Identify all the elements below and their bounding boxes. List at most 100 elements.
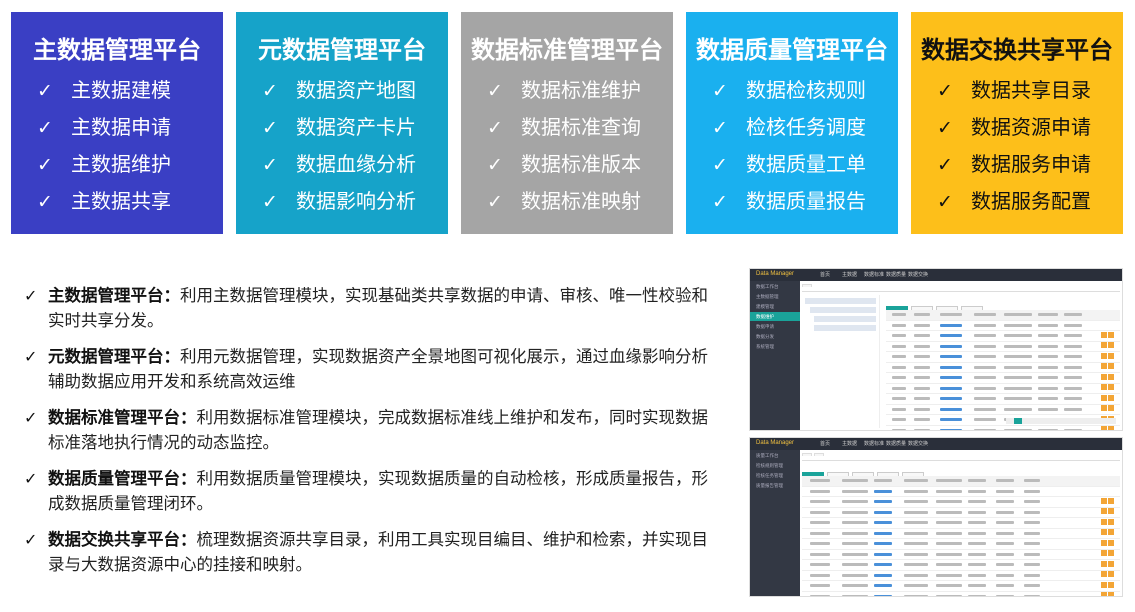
- description-item: ✓ 数据交换共享平台：梳理数据资源共享目录，利用工具实现目编目、维护和检索，并实现…: [24, 527, 714, 577]
- check-icon: ✓: [937, 191, 953, 213]
- table-row[interactable]: [802, 497, 1120, 514]
- table-row[interactable]: [802, 539, 1120, 556]
- nav-item[interactable]: 数据交换: [908, 440, 928, 447]
- check-icon: ✓: [487, 80, 503, 102]
- description-item: ✓ 数据标准管理平台：利用数据标准管理模块，完成数据标准线上维护和发布，同时实现数…: [24, 405, 714, 455]
- sidebar-item[interactable]: 数据工作台: [750, 282, 800, 291]
- description-name: 数据交换共享平台：: [48, 530, 197, 549]
- check-icon: ✓: [712, 191, 728, 213]
- tab[interactable]: [802, 453, 812, 456]
- nav-item[interactable]: 数据交换: [908, 271, 928, 278]
- sidebar-item[interactable]: 数据申请: [750, 322, 800, 331]
- table-row[interactable]: [802, 592, 1120, 597]
- sidebar-item[interactable]: 数据维护: [750, 312, 800, 321]
- card-feature-item: ✓ 数据资产卡片: [262, 111, 416, 148]
- card-feature-item: ✓ 数据质量工单: [712, 148, 866, 185]
- tree-panel: [802, 295, 880, 428]
- card-feature-label: 数据服务申请: [971, 152, 1091, 176]
- app-logo: Data Manager: [756, 440, 795, 446]
- sidebar-item[interactable]: 质量报告管理: [750, 481, 800, 490]
- nav-item[interactable]: 主数据: [842, 271, 857, 278]
- row-actions[interactable]: [1100, 428, 1114, 431]
- data-table: [886, 310, 1120, 431]
- table-row[interactable]: [886, 363, 1120, 380]
- check-icon: ✓: [262, 191, 278, 213]
- table-row[interactable]: [802, 581, 1120, 596]
- card-feature-label: 数据服务配置: [971, 189, 1091, 213]
- card-feature-item: ✓ 主数据共享: [37, 185, 171, 222]
- row-actions[interactable]: [1100, 594, 1114, 597]
- table-row[interactable]: [886, 384, 1120, 401]
- platform-cards: 主数据管理平台 ✓ 主数据建模 ✓ 主数据申请 ✓ 主数据维护 ✓ 主数据共享 元数据管理平台 ✓ 数…: [11, 12, 1123, 234]
- app-header: [750, 438, 1122, 450]
- master-data-screenshot: Data Manager 数据工作台 主数据管理 建模管理 数据维护 数据申请 数据分发系…: [749, 268, 1123, 431]
- card-feature-item: ✓ 数据共享目录: [937, 74, 1091, 111]
- sidebar-item[interactable]: 检核任务管理: [750, 471, 800, 480]
- nav-item[interactable]: 数据标准: [864, 440, 884, 447]
- table-row[interactable]: [802, 518, 1120, 535]
- description-name: 数据质量管理平台：: [48, 469, 197, 488]
- nav-item[interactable]: 数据质量: [886, 271, 906, 278]
- tab[interactable]: [814, 453, 824, 456]
- card-feature-item: ✓ 数据服务申请: [937, 148, 1091, 185]
- table-row[interactable]: [886, 405, 1120, 422]
- table-row[interactable]: [802, 487, 1120, 504]
- platform-card: 数据交换共享平台 ✓ 数据共享目录 ✓ 数据资源申请 ✓ 数据服务申请 ✓ 数据服务配置: [911, 12, 1123, 234]
- table-row[interactable]: [886, 321, 1120, 338]
- card-feature-item: ✓ 数据检核规则: [712, 74, 866, 111]
- sidebar-item[interactable]: 主数据管理: [750, 292, 800, 301]
- card-feature-item: ✓ 主数据建模: [37, 74, 171, 111]
- table-row[interactable]: [886, 352, 1120, 369]
- nav-item[interactable]: 主数据: [842, 440, 857, 447]
- table-row[interactable]: [802, 560, 1120, 577]
- description-item: ✓ 主数据管理平台：利用主数据管理模块，实现基础类共享数据的申请、审核、唯一性校验…: [24, 283, 714, 333]
- card-feature-item: ✓ 数据标准映射: [487, 185, 641, 222]
- check-icon: ✓: [937, 117, 953, 139]
- table-row[interactable]: [886, 342, 1120, 359]
- nav-item[interactable]: 数据标准: [864, 271, 884, 278]
- card-feature-item: ✓ 数据服务配置: [937, 185, 1091, 222]
- table-header: [886, 310, 1120, 321]
- pagination[interactable]: [1006, 418, 1116, 424]
- card-feature-label: 数据标准维护: [521, 78, 641, 102]
- platform-card: 主数据管理平台 ✓ 主数据建模 ✓ 主数据申请 ✓ 主数据维护 ✓ 主数据共享: [11, 12, 223, 234]
- nav-item[interactable]: 首页: [820, 440, 830, 447]
- data-table: [802, 476, 1120, 597]
- card-feature-list: ✓ 主数据建模 ✓ 主数据申请 ✓ 主数据维护 ✓ 主数据共享: [37, 74, 171, 222]
- table-row[interactable]: [886, 331, 1120, 348]
- check-icon: ✓: [24, 530, 38, 549]
- table-row[interactable]: [886, 394, 1120, 411]
- card-feature-item: ✓ 数据标准查询: [487, 111, 641, 148]
- nav-item[interactable]: 数据质量: [886, 440, 906, 447]
- card-feature-item: ✓ 检核任务调度: [712, 111, 866, 148]
- sidebar-item[interactable]: 建模管理: [750, 302, 800, 311]
- check-icon: ✓: [262, 80, 278, 102]
- table-row[interactable]: [802, 550, 1120, 567]
- data-quality-screenshot: Data Manager 质量工作台 检核规则管理 检核任务管理 质量报告管理 首页 主…: [749, 437, 1123, 597]
- table-row[interactable]: [802, 529, 1120, 546]
- table-row[interactable]: [802, 571, 1120, 588]
- card-feature-label: 数据影响分析: [296, 189, 416, 213]
- card-feature-label: 数据标准映射: [521, 189, 641, 213]
- table-row[interactable]: [886, 373, 1120, 390]
- card-feature-label: 主数据共享: [71, 189, 171, 213]
- table-row[interactable]: [886, 426, 1120, 431]
- table-header: [802, 476, 1120, 487]
- check-icon: ✓: [712, 154, 728, 176]
- main-panel: [802, 283, 1120, 431]
- sidebar-item[interactable]: 质量工作台: [750, 451, 800, 460]
- check-icon: ✓: [712, 117, 728, 139]
- sidebar-item[interactable]: 数据分发: [750, 332, 800, 341]
- table-row[interactable]: [802, 508, 1120, 525]
- platform-card: 数据标准管理平台 ✓ 数据标准维护 ✓ 数据标准查询 ✓ 数据标准版本 ✓ 数据标准映射: [461, 12, 673, 234]
- card-feature-item: ✓ 数据质量报告: [712, 185, 866, 222]
- card-feature-label: 主数据申请: [71, 115, 171, 139]
- sidebar-item[interactable]: 检核规则管理: [750, 461, 800, 470]
- sidebar-item[interactable]: 系统管理: [750, 342, 800, 351]
- nav-item[interactable]: 首页: [820, 271, 830, 278]
- card-feature-list: ✓ 数据标准维护 ✓ 数据标准查询 ✓ 数据标准版本 ✓ 数据标准映射: [487, 74, 641, 222]
- card-title: 元数据管理平台: [258, 36, 426, 64]
- tab[interactable]: [802, 284, 812, 287]
- toolbar: [886, 298, 1120, 313]
- card-feature-item: ✓ 数据资产地图: [262, 74, 416, 111]
